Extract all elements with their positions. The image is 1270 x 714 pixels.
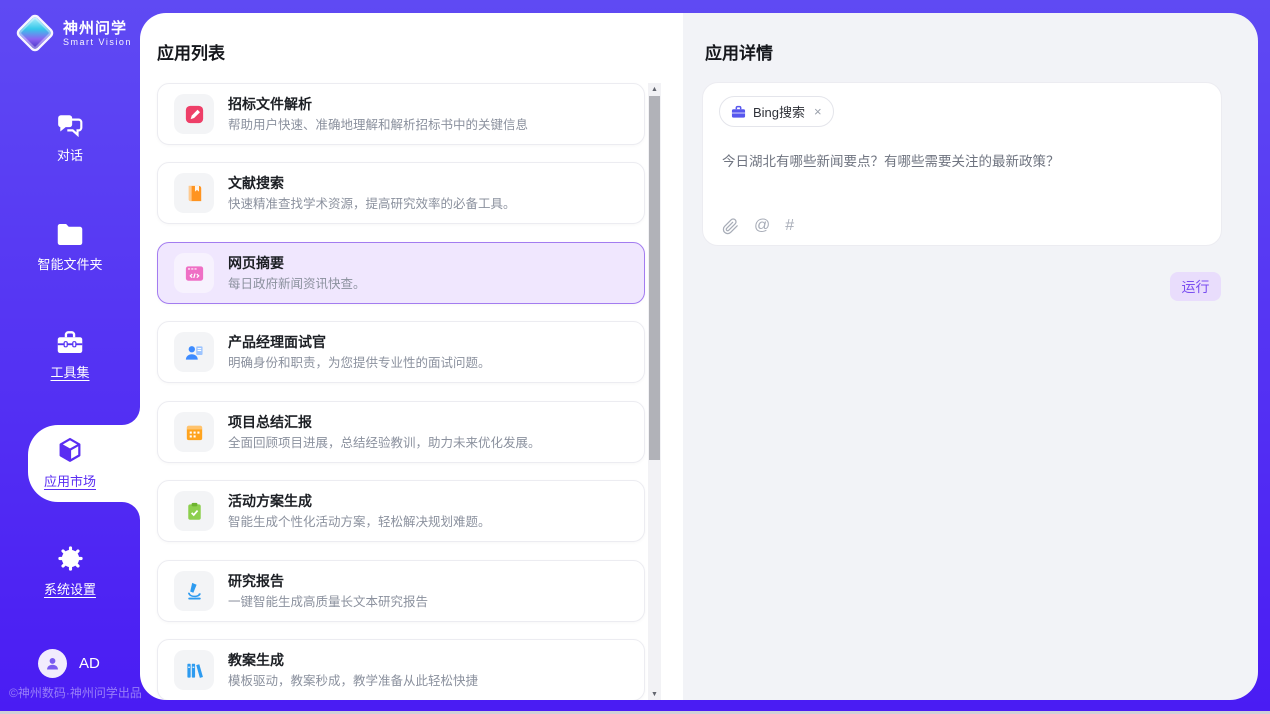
user-account[interactable]: AD [38, 649, 100, 678]
app-name: 产品经理面试官 [228, 334, 491, 350]
books-icon [183, 659, 206, 682]
app-card-web-summary[interactable]: 网页摘要 每日政府新闻资讯快查。 [157, 242, 645, 304]
scroll-up-icon[interactable]: ▲ [648, 83, 661, 95]
app-name: 活动方案生成 [228, 493, 491, 509]
tag-label: Bing搜索 [753, 102, 805, 121]
app-desc: 每日政府新闻资讯快查。 [228, 277, 366, 291]
tag-close-icon[interactable]: × [814, 104, 822, 119]
app-name: 研究报告 [228, 573, 428, 589]
sidebar: 神州问学 Smart Vision 对话 智能文件夹 [0, 0, 140, 711]
app-card-project-summary[interactable]: 项目总结汇报 全面回顾项目进展，总结经验教训，助力未来优化发展。 [157, 401, 645, 463]
run-button[interactable]: 运行 [1170, 272, 1221, 301]
scroll-down-icon[interactable]: ▼ [648, 688, 661, 700]
app-card-bid-analysis[interactable]: 招标文件解析 帮助用户快速、准确地理解和解析招标书中的关键信息 [157, 83, 645, 145]
sidebar-item-label: 应用市场 [44, 471, 96, 490]
scrollbar-thumb[interactable] [649, 96, 660, 460]
query-input-card[interactable]: Bing搜索 × 今日湖北有哪些新闻要点？有哪些需要关注的最新政策？ @ # [702, 82, 1222, 246]
chat-icon [56, 112, 84, 138]
app-window: 神州问学 Smart Vision 对话 智能文件夹 [0, 0, 1270, 714]
app-name: 文献搜索 [228, 175, 516, 191]
cube-icon [56, 436, 84, 464]
briefcase-icon [731, 105, 746, 119]
app-list-panel: 应用列表 招标文件解析 帮助用户快速、准确地理解和解析招标书中的关键信息 [140, 13, 683, 700]
app-detail-panel: 应用详情 Bing搜索 × 今日湖北有哪些新闻要点？有哪些需要关注的最新政策？ … [683, 13, 1258, 700]
app-card-pm-interviewer[interactable]: 产品经理面试官 明确身份和职责，为您提供专业性的面试问题。 [157, 321, 645, 383]
sidebar-item-label: 工具集 [50, 362, 89, 381]
at-mention-icon[interactable]: @ [754, 217, 770, 235]
microscope-icon [183, 580, 206, 603]
toolbox-icon [56, 330, 84, 355]
user-name: AD [79, 655, 100, 672]
icon-tile [174, 491, 214, 531]
sidebar-item-label: 智能文件夹 [37, 254, 102, 273]
calendar-icon [183, 421, 206, 444]
app-desc: 帮助用户快速、准确地理解和解析招标书中的关键信息 [228, 118, 528, 132]
sidebar-item-label: 系统设置 [44, 579, 96, 598]
icon-tile [174, 94, 214, 134]
book-icon [183, 182, 206, 205]
app-desc: 模板驱动，教案秒成，教学准备从此轻松快捷 [228, 674, 478, 688]
icon-tile [174, 332, 214, 372]
bing-search-tag[interactable]: Bing搜索 × [719, 96, 834, 127]
brand-subtitle: Smart Vision [63, 37, 132, 47]
sidebar-item-chat[interactable]: 对话 [0, 112, 140, 165]
sidebar-item-toolset[interactable]: 工具集 [0, 330, 140, 382]
icon-tile [174, 253, 214, 293]
pen-square-icon [183, 103, 206, 126]
sidebar-item-label: 对话 [57, 145, 83, 164]
copyright-footer: ©神州数码·神州问学出品 [9, 684, 142, 701]
icon-tile [174, 412, 214, 452]
app-card-lesson-plan[interactable]: 教案生成 模板驱动，教案秒成，教学准备从此轻松快捷 [157, 639, 645, 700]
brand-name: 神州问学 [63, 20, 132, 37]
clipboard-check-icon [183, 500, 206, 523]
app-name: 教案生成 [228, 652, 478, 668]
app-card-research-report[interactable]: 研究报告 一键智能生成高质量长文本研究报告 [157, 560, 645, 622]
app-name: 网页摘要 [228, 255, 366, 271]
person-icon [44, 655, 61, 672]
app-card-event-plan[interactable]: 活动方案生成 智能生成个性化活动方案，轻松解决规划难题。 [157, 480, 645, 542]
app-desc: 快速精准查找学术资源，提高研究效率的必备工具。 [228, 197, 516, 211]
browser-code-icon [183, 262, 206, 285]
icon-tile [174, 571, 214, 611]
sidebar-item-smart-folder[interactable]: 智能文件夹 [0, 222, 140, 274]
app-detail-title: 应用详情 [705, 39, 773, 64]
sidebar-item-settings[interactable]: 系统设置 [0, 545, 140, 599]
query-text[interactable]: 今日湖北有哪些新闻要点？有哪些需要关注的最新政策？ [722, 152, 1202, 171]
app-card-literature-search[interactable]: 文献搜索 快速精准查找学术资源，提高研究效率的必备工具。 [157, 162, 645, 224]
app-desc: 一键智能生成高质量长文本研究报告 [228, 595, 428, 609]
gear-icon [57, 545, 84, 572]
interviewer-icon [183, 341, 206, 364]
brand-logo: 神州问学 Smart Vision [16, 14, 132, 52]
hash-tag-icon[interactable]: # [785, 217, 794, 235]
app-desc: 全面回顾项目进展，总结经验教训，助力未来优化发展。 [228, 436, 541, 450]
folder-icon [56, 222, 84, 247]
diamond-logo-icon [16, 14, 54, 52]
app-name: 项目总结汇报 [228, 414, 541, 430]
input-toolbar: @ # [722, 217, 794, 235]
icon-tile [174, 650, 214, 690]
app-desc: 智能生成个性化活动方案，轻松解决规划难题。 [228, 515, 491, 529]
avatar [38, 649, 67, 678]
sidebar-item-app-market[interactable]: 应用市场 [0, 436, 140, 491]
paperclip-icon[interactable] [722, 218, 739, 235]
icon-tile [174, 173, 214, 213]
app-list-scrollbar[interactable]: ▲ ▼ [648, 83, 661, 700]
app-name: 招标文件解析 [228, 96, 528, 112]
app-list-title: 应用列表 [157, 39, 225, 64]
app-desc: 明确身份和职责，为您提供专业性的面试问题。 [228, 356, 491, 370]
